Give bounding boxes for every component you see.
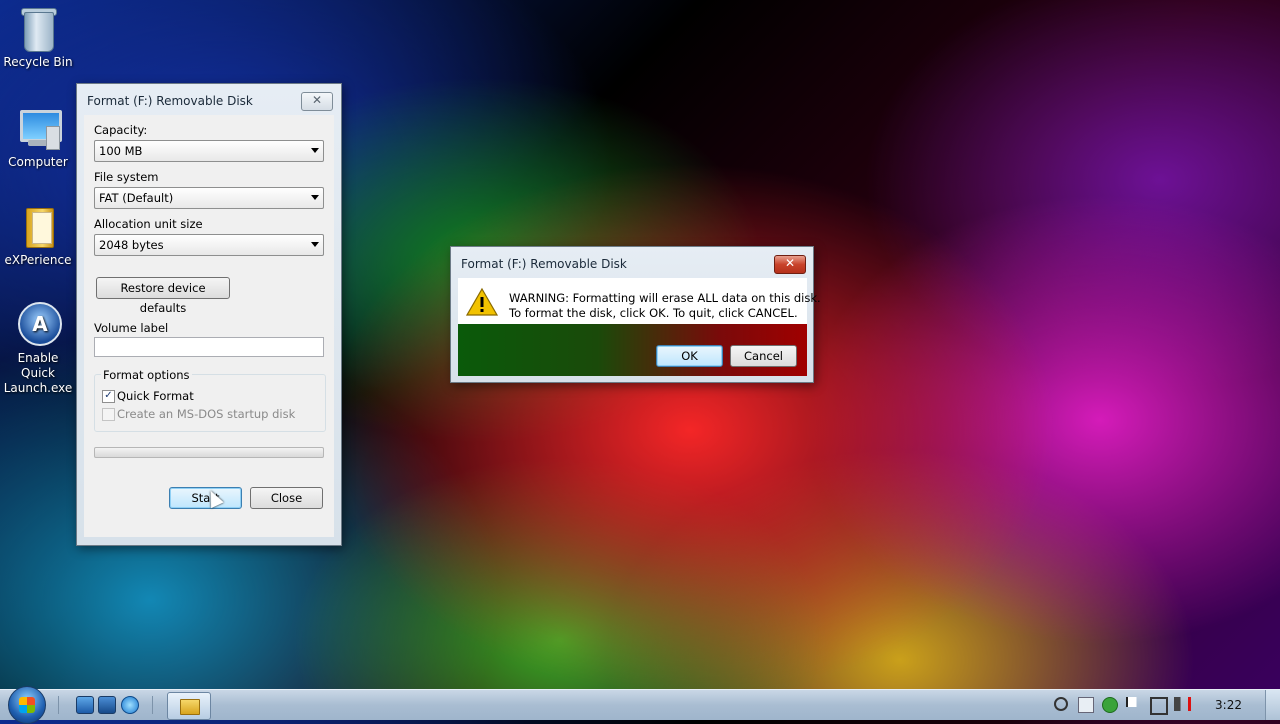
internet-explorer-icon[interactable]: [121, 696, 139, 714]
desktop-icon-experience[interactable]: eXPerience: [0, 204, 76, 268]
desktop-icon-recycle-bin[interactable]: Recycle Bin: [0, 6, 76, 70]
taskbar-button-explorer[interactable]: [167, 692, 211, 720]
action-center-flag-icon[interactable]: [1126, 697, 1142, 707]
removable-device-icon[interactable]: [1078, 697, 1094, 713]
chevron-down-icon: [311, 195, 319, 200]
quick-launch-app-icon: [16, 302, 62, 348]
filesystem-label: File system: [94, 170, 159, 184]
dialog-title: Format (F:) Removable Disk: [461, 257, 627, 271]
warning-icon: [466, 287, 498, 316]
chevron-down-icon: [311, 148, 319, 153]
restore-defaults-button[interactable]: Restore device defaults: [96, 277, 230, 315]
filesystem-value: FAT (Default): [99, 191, 174, 205]
msdos-startup-checkbox[interactable]: [102, 408, 115, 421]
start-button[interactable]: [8, 686, 46, 724]
format-window: Format (F:) Removable Disk ✕ Capacity: 1…: [76, 83, 342, 546]
capacity-select[interactable]: 100 MB: [94, 140, 324, 162]
volume-muted-icon[interactable]: [1174, 697, 1191, 711]
window-title: Format (F:) Removable Disk: [87, 94, 253, 108]
network-icon[interactable]: [1054, 697, 1068, 711]
capacity-value: 100 MB: [99, 144, 143, 158]
format-window-titlebar[interactable]: Format (F:) Removable Disk ✕: [77, 84, 341, 116]
allocation-value: 2048 bytes: [99, 238, 164, 252]
chevron-down-icon: [311, 242, 319, 247]
format-options-label: Format options: [101, 368, 192, 382]
taskbar: 3:22: [0, 686, 1280, 724]
filesystem-select[interactable]: FAT (Default): [94, 187, 324, 209]
close-icon[interactable]: ✕: [774, 255, 806, 274]
format-window-client: Capacity: 100 MB File system FAT (Defaul…: [84, 115, 334, 537]
quick-format-checkbox[interactable]: ✓: [102, 390, 115, 403]
folder-icon: [16, 204, 60, 250]
folder-icon: [180, 699, 200, 715]
ok-button[interactable]: OK: [656, 345, 723, 367]
computer-icon: [16, 106, 62, 152]
dialog-message-area: WARNING: Formatting will erase ALL data …: [458, 278, 821, 324]
quick-format-label: Quick Format: [117, 389, 194, 403]
cancel-button[interactable]: Cancel: [730, 345, 797, 367]
desktop-icon-enable-quick-launch[interactable]: Enable Quick Launch.exe: [0, 302, 76, 396]
warning-line-1: WARNING: Formatting will erase ALL data …: [509, 291, 821, 305]
desktop-icon-label: Recycle Bin: [3, 55, 73, 69]
close-button[interactable]: Close: [250, 487, 323, 509]
warning-line-2: To format the disk, click OK. To quit, c…: [509, 306, 798, 320]
warning-dialog: Format (F:) Removable Disk ✕ WARNING: Fo…: [450, 246, 821, 383]
taskbar-separator: [58, 696, 59, 714]
close-icon[interactable]: ✕: [301, 92, 333, 111]
allocation-select[interactable]: 2048 bytes: [94, 234, 324, 256]
capacity-label: Capacity:: [94, 123, 148, 137]
taskbar-separator: [152, 696, 153, 714]
dialog-button-area: OK Cancel: [458, 324, 807, 376]
volume-label-input[interactable]: [94, 337, 324, 357]
format-progress-bar: [94, 447, 324, 458]
allocation-label: Allocation unit size: [94, 217, 203, 231]
switch-windows-icon[interactable]: [98, 696, 116, 714]
volume-label: Volume label: [94, 321, 169, 335]
show-desktop-button[interactable]: [1265, 690, 1280, 720]
taskbar-clock[interactable]: 3:22: [1215, 698, 1242, 712]
desktop-icon-label: eXPerience: [4, 253, 72, 267]
security-check-icon[interactable]: [1102, 697, 1118, 713]
recycle-bin-icon: [16, 6, 60, 52]
display-icon[interactable]: [1150, 697, 1168, 715]
warning-dialog-titlebar[interactable]: Format (F:) Removable Disk ✕: [451, 247, 813, 279]
desktop-icon-computer[interactable]: Computer: [0, 106, 76, 170]
desktop-icon-label: Computer: [8, 155, 68, 169]
desktop-icon-label: Enable Quick Launch.exe: [3, 351, 73, 395]
msdos-startup-label: Create an MS-DOS startup disk: [117, 407, 296, 421]
format-options-group: [94, 374, 326, 432]
show-desktop-icon[interactable]: [76, 696, 94, 714]
